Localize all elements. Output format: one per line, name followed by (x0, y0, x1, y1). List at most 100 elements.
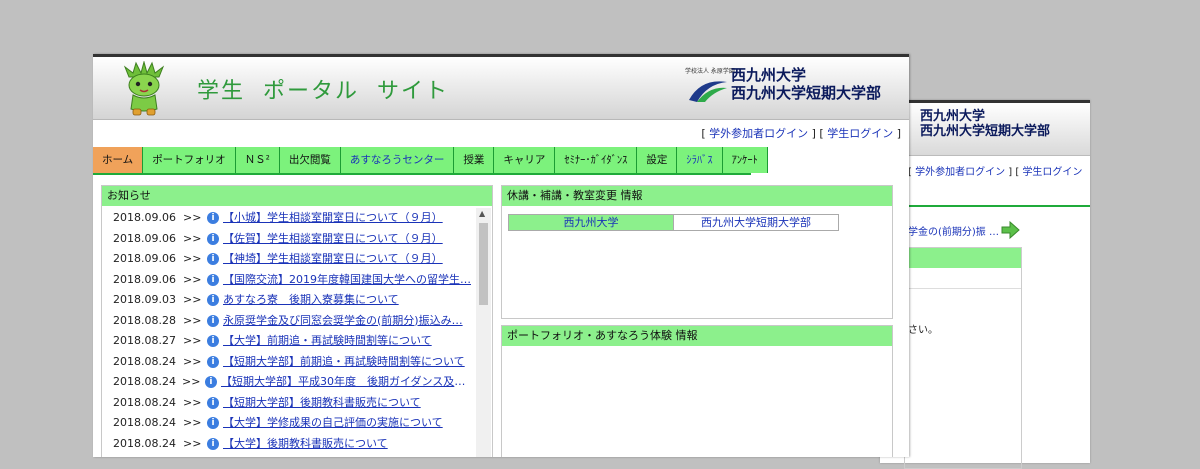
news-separator: >> (183, 293, 202, 306)
news-separator: >> (183, 354, 202, 368)
tab-career[interactable]: キャリア (494, 147, 556, 173)
news-separator: >> (181, 375, 201, 388)
news-date: 2018.09.06 (113, 231, 176, 245)
back-panel-header (905, 248, 1021, 268)
news-separator: >> (183, 211, 202, 224)
news-link[interactable]: 【短期大学部】後期教科書販売について (223, 393, 421, 414)
news-separator: >> (183, 231, 202, 245)
news-date: 2018.08.24 (113, 375, 176, 388)
news-link[interactable]: 【短期大学部】平成30年度 後期ガイダンス及び講… (221, 372, 476, 393)
news-item: 2018.08.24 >> i 【短期大学部】平成30年度 後期ガイダンス及び講… (102, 372, 476, 393)
news-link[interactable]: 【小城】学生相談室開室日について（９月） (223, 208, 443, 229)
class-change-panel: 休講・補講・教室変更 情報 西九州大学 西九州大学短期大学部 (501, 185, 893, 319)
nav-underline (93, 173, 751, 175)
news-separator: >> (183, 334, 202, 347)
university-logo: 学校法人 永原学園 西九州大学 西九州大学短期大学部 (685, 62, 907, 112)
back-external-login-link[interactable]: 学外参加者ログイン (915, 167, 1005, 178)
news-link[interactable]: あすなろ寮 後期入寮募集について (223, 290, 399, 311)
tab-seminar-guidance[interactable]: ｾﾐﾅｰ･ｶﾞｲﾀﾞﾝｽ (555, 147, 638, 173)
news-item: 2018.09.06 >> i 【佐賀】学生相談室開室日について（９月） (102, 229, 476, 250)
info-icon: i (207, 253, 219, 266)
tab-home[interactable]: ホーム (93, 147, 144, 173)
back-student-login-link[interactable]: 学生ログイン (1022, 167, 1082, 178)
news-item: 2018.09.06 >> i 【国際交流】2019年度韓国建国大学への留学生… (102, 270, 476, 291)
back-news-snippet[interactable]: 学金の(前期分)振 … (908, 223, 999, 238)
news-list: 2018.09.06 >> i 【小城】学生相談室開室日について（９月） 2018.09… (102, 208, 476, 454)
news-item: 2018.08.24 >> i 【短期大学部】後期教科書販売について (102, 393, 476, 414)
arrow-right-icon[interactable] (1000, 221, 1020, 239)
news-link[interactable]: 【大学】前期追・再試験時間割等について (223, 331, 432, 352)
scroll-down-icon[interactable]: ▼ (479, 456, 485, 457)
info-icon: i (207, 232, 219, 245)
back-university-name: 西九州大学 西九州大学短期大学部 (920, 109, 1050, 139)
tab-settings[interactable]: 設定 (637, 147, 678, 173)
tab-classes[interactable]: 授業 (454, 147, 495, 173)
info-icon: i (207, 335, 219, 348)
university-selector: 西九州大学 西九州大学短期大学部 (508, 214, 839, 231)
news-link[interactable]: 永原奨学金及び同窓会奨学金の(前期分)振込み… (223, 311, 463, 332)
back-nav-line (880, 205, 1090, 207)
news-item: 2018.09.03 >> i あすなろ寮 後期入寮募集について (102, 290, 476, 311)
info-icon: i (207, 355, 219, 368)
back-header: 西九州大学 西九州大学短期大学部 (880, 103, 1090, 156)
tab-asunaro-center[interactable]: あすなろうセンター (340, 147, 455, 173)
news-item: 2018.08.24 >> i 【大学】後期教科書販売について (102, 434, 476, 455)
news-panel-title: お知らせ (102, 186, 492, 206)
news-item: 2018.08.24 >> i 【大学】学修成果の自己評価の実施について (102, 413, 476, 434)
news-date: 2018.08.24 (113, 395, 176, 409)
info-icon: i (207, 417, 219, 430)
news-link[interactable]: 【大学】後期教科書販売について (223, 434, 388, 455)
mascot-icon (123, 61, 165, 116)
news-date: 2018.08.28 (113, 313, 176, 327)
tab-attendance[interactable]: 出欠閲覧 (279, 147, 341, 173)
news-separator: >> (183, 272, 202, 286)
class-change-panel-title: 休講・補講・教室変更 情報 (502, 186, 892, 206)
scroll-thumb[interactable] (479, 223, 488, 305)
back-panel-divider (905, 288, 1021, 289)
back-university-1: 西九州大学 (920, 109, 986, 124)
news-link[interactable]: 【短期大学部】前期追・再試験時間割等について (223, 352, 465, 373)
tab-portfolio[interactable]: ポートフォリオ (143, 147, 236, 173)
info-icon: i (207, 212, 219, 225)
news-date: 2018.09.06 (113, 252, 176, 265)
news-item: 2018.08.24 >> i 【短期大学部】前期追・再試験時間割等について (102, 352, 476, 373)
external-login-link[interactable]: 学外参加者ログイン (709, 127, 808, 140)
back-panel (904, 247, 1022, 469)
student-login-link[interactable]: 学生ログイン (827, 127, 893, 140)
news-date: 2018.09.06 (113, 211, 176, 224)
news-item: 2018.09.06 >> i 【神埼】学生相談室開室日について（９月） (102, 249, 476, 270)
back-login-links: [ 学外参加者ログイン ] [ 学生ログイン (908, 167, 1083, 178)
news-separator: >> (183, 395, 202, 409)
info-icon: i (207, 273, 219, 286)
tab-syllabus[interactable]: ｼﾗﾊﾞｽ (677, 147, 723, 173)
news-date: 2018.09.03 (113, 293, 176, 306)
tab-nishikyushu-university[interactable]: 西九州大学 (509, 215, 673, 230)
news-scrollbar[interactable]: ▲ ▼ (476, 208, 491, 457)
news-date: 2018.08.24 (113, 354, 176, 368)
info-icon: i (207, 396, 219, 409)
tab-ns2[interactable]: ＮＳ² (235, 147, 280, 173)
university-name-2: 西九州大学短期大学部 (731, 84, 882, 102)
scroll-up-icon[interactable]: ▲ (479, 209, 485, 218)
news-separator: >> (183, 313, 202, 327)
info-icon: i (207, 294, 219, 307)
portal-window: 学生 ポータル サイト 学校法人 永原学園 西九州大学 西九州大学短期大学部 [… (93, 54, 909, 457)
news-date: 2018.09.06 (113, 272, 176, 286)
university-name-1: 西九州大学 (731, 66, 807, 84)
tab-junior-college[interactable]: 西九州大学短期大学部 (673, 215, 838, 230)
login-links: [ 学外参加者ログイン ] [ 学生ログイン ] (701, 127, 901, 140)
portfolio-panel: ポートフォリオ・あすなろう体験 情報 (501, 325, 893, 457)
news-item: 2018.08.28 >> i 永原奨学金及び同窓会奨学金の(前期分)振込み… (102, 311, 476, 332)
news-link[interactable]: 【国際交流】2019年度韓国建国大学への留学生… (223, 270, 471, 291)
news-link[interactable]: 【佐賀】学生相談室開室日について（９月） (223, 229, 443, 250)
info-icon: i (204, 376, 217, 389)
news-link[interactable]: 【大学】学修成果の自己評価の実施について (223, 413, 443, 434)
news-link[interactable]: 【神埼】学生相談室開室日について（９月） (223, 249, 443, 270)
news-separator: >> (183, 436, 202, 450)
main-nav: ホーム ポートフォリオ ＮＳ² 出欠閲覧 あすなろうセンター 授業 キャリア ｾ… (93, 147, 909, 174)
back-text-snippet: さい。 (908, 325, 938, 336)
page-title: 学生 ポータル サイト (197, 79, 449, 104)
tab-survey[interactable]: ｱﾝｹｰﾄ (722, 147, 768, 173)
portfolio-panel-title: ポートフォリオ・あすなろう体験 情報 (502, 326, 892, 346)
news-item: 2018.09.06 >> i 【小城】学生相談室開室日について（９月） (102, 208, 476, 229)
